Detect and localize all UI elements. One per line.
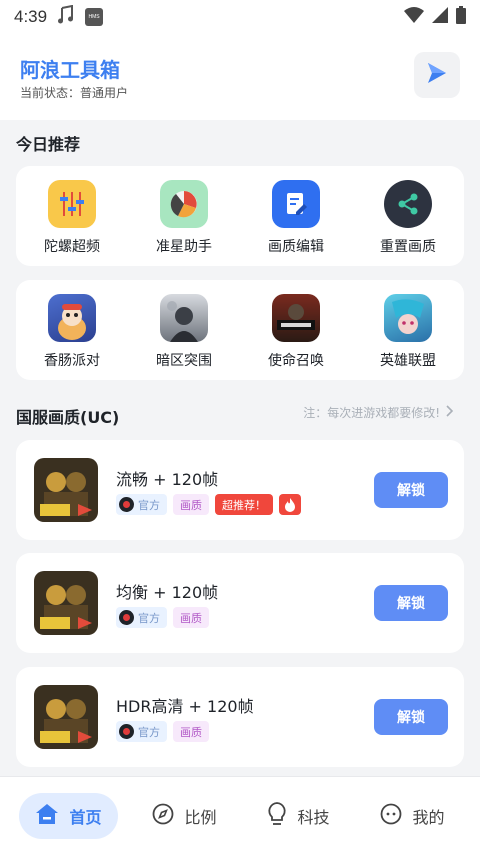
tool-label: 画质编辑 <box>268 239 324 255</box>
preset-name: 流畅 + 120帧 <box>116 470 219 489</box>
game-label: 香肠派对 <box>44 353 100 369</box>
preset-card-smooth: 流畅 + 120帧 官方 画质 超推荐！ 解锁 <box>16 440 464 540</box>
preset-name: 均衡 + 120帧 <box>116 583 219 602</box>
hms-icon: HMS <box>85 8 104 26</box>
tool-gyro-overclock[interactable]: 陀螺超频 <box>16 166 128 266</box>
unlock-button[interactable]: 解锁 <box>374 585 448 621</box>
tag-quality: 画质 <box>173 494 209 515</box>
league-of-legends-icon <box>384 294 432 342</box>
app-header: 阿浪工具箱 当前状态：普通用户 <box>0 34 480 120</box>
tool-reset-quality[interactable]: 重置画质 <box>352 166 464 266</box>
official-logo-icon <box>119 724 134 739</box>
sliders-icon <box>48 180 96 228</box>
preset-tags: 官方 画质 <box>116 607 209 628</box>
nav-home[interactable]: 首页 <box>19 792 118 839</box>
note-text: 注：每次进游戏都要修改! <box>303 406 440 420</box>
nav-tech[interactable]: 科技 <box>251 793 345 839</box>
note-link[interactable]: 注：每次进游戏都要修改! <box>303 404 454 421</box>
tools-card: 陀螺超频 准星助手 画质编辑 重置画质 <box>16 166 464 266</box>
section-title-recommend: 今日推荐 <box>16 135 81 154</box>
game-league-of-legends[interactable]: 英雄联盟 <box>352 280 464 380</box>
nav-label: 比例 <box>184 807 217 827</box>
game-label: 英雄联盟 <box>380 353 436 369</box>
pubg-thumb <box>34 685 98 749</box>
nav-mine[interactable]: 我的 <box>364 793 460 839</box>
game-call-of-duty[interactable]: 使命召唤 <box>240 280 352 380</box>
tag-recommended: 超推荐！ <box>215 494 273 515</box>
official-logo-icon <box>119 497 134 512</box>
face-icon <box>380 803 402 829</box>
bottom-nav: 首页 比例 科技 我的 <box>0 776 480 854</box>
game-arena-breakout[interactable]: 暗区突围 <box>128 280 240 380</box>
home-icon <box>35 803 59 829</box>
tool-label: 重置画质 <box>380 239 436 255</box>
tool-quality-editor[interactable]: 画质编辑 <box>240 166 352 266</box>
nav-ratio[interactable]: 比例 <box>136 793 232 839</box>
preset-name: HDR高清 + 120帧 <box>116 697 254 716</box>
tag-official: 官方 <box>116 721 167 742</box>
game-sausage-party[interactable]: 香肠派对 <box>16 280 128 380</box>
preset-card-hdr: HDR高清 + 120帧 官方 画质 解锁 <box>16 667 464 767</box>
status-bar: 4:39 HMS <box>0 0 480 34</box>
play-button[interactable] <box>414 52 460 98</box>
compass-icon <box>152 803 174 829</box>
tag-official: 官方 <box>116 494 167 515</box>
tool-label: 准星助手 <box>156 239 212 255</box>
sausage-party-icon <box>48 294 96 342</box>
battery-icon <box>456 6 466 28</box>
arena-breakout-icon <box>160 294 208 342</box>
call-of-duty-icon <box>272 294 320 342</box>
fire-icon <box>279 494 301 515</box>
tool-crosshair-helper[interactable]: 准星助手 <box>128 166 240 266</box>
bulb-icon <box>267 801 287 830</box>
wifi-icon <box>404 7 424 27</box>
pubg-thumb <box>34 571 98 635</box>
tag-official: 官方 <box>116 607 167 628</box>
play-icon <box>426 61 448 89</box>
tag-quality: 画质 <box>173 721 209 742</box>
chevron-right-icon <box>446 405 454 420</box>
status-time: 4:39 <box>14 7 48 26</box>
pubg-thumb <box>34 458 98 522</box>
games-card: 香肠派对 暗区突围 使命召唤 英雄联盟 <box>16 280 464 380</box>
nav-label: 首页 <box>69 807 102 827</box>
unlock-button[interactable]: 解锁 <box>374 699 448 735</box>
nav-label: 科技 <box>297 807 330 827</box>
app-title: 阿浪工具箱 <box>20 58 120 82</box>
pie-chart-icon <box>160 180 208 228</box>
section-title-guofu: 国服画质(UC) <box>16 408 120 427</box>
edit-doc-icon <box>272 180 320 228</box>
signal-icon <box>432 7 448 27</box>
game-label: 使命召唤 <box>268 353 324 369</box>
nav-label: 我的 <box>412 807 445 827</box>
tag-quality: 画质 <box>173 607 209 628</box>
share-icon <box>384 180 432 228</box>
preset-tags: 官方 画质 <box>116 721 209 742</box>
official-logo-icon <box>119 610 134 625</box>
preset-tags: 官方 画质 超推荐！ <box>116 494 301 515</box>
unlock-button[interactable]: 解锁 <box>374 472 448 508</box>
game-label: 暗区突围 <box>156 353 212 369</box>
user-status: 当前状态：普通用户 <box>20 86 129 100</box>
music-note-icon <box>57 4 75 29</box>
tool-label: 陀螺超频 <box>44 239 100 255</box>
preset-card-balanced: 均衡 + 120帧 官方 画质 解锁 <box>16 553 464 653</box>
